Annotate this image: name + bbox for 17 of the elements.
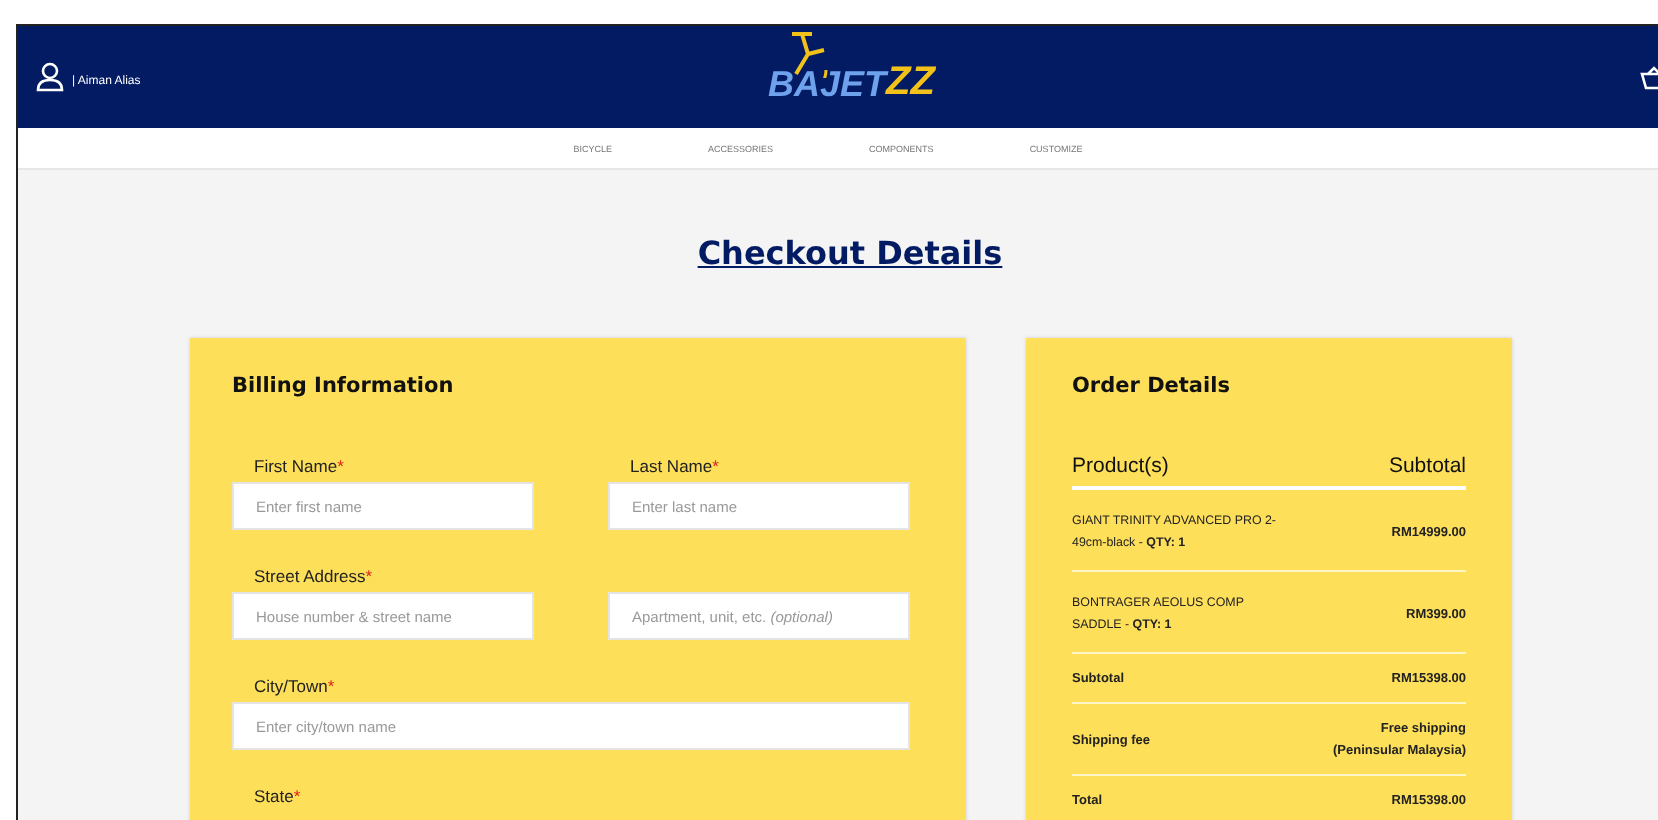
required-mark: *	[337, 456, 344, 476]
field-label: State	[254, 786, 294, 806]
page-title: Checkout Details	[695, 234, 1005, 272]
field-label: Last Name	[630, 456, 713, 476]
field-label: City/Town	[254, 676, 328, 696]
user-icon[interactable]	[36, 62, 64, 92]
field-label: Street Address	[254, 566, 366, 586]
column-header: Product(s)	[1072, 454, 1169, 478]
card-title: Order Details	[1072, 374, 1232, 398]
logo[interactable]: BAJETZZ	[768, 30, 939, 122]
required-mark: *	[365, 566, 373, 586]
required-mark: *	[327, 676, 335, 696]
required-mark: *	[712, 456, 719, 476]
required-mark: *	[293, 786, 301, 806]
field-label: First Name	[254, 456, 338, 476]
card-title: Billing Information	[232, 374, 456, 398]
column-header: Subtotal	[1388, 454, 1466, 478]
